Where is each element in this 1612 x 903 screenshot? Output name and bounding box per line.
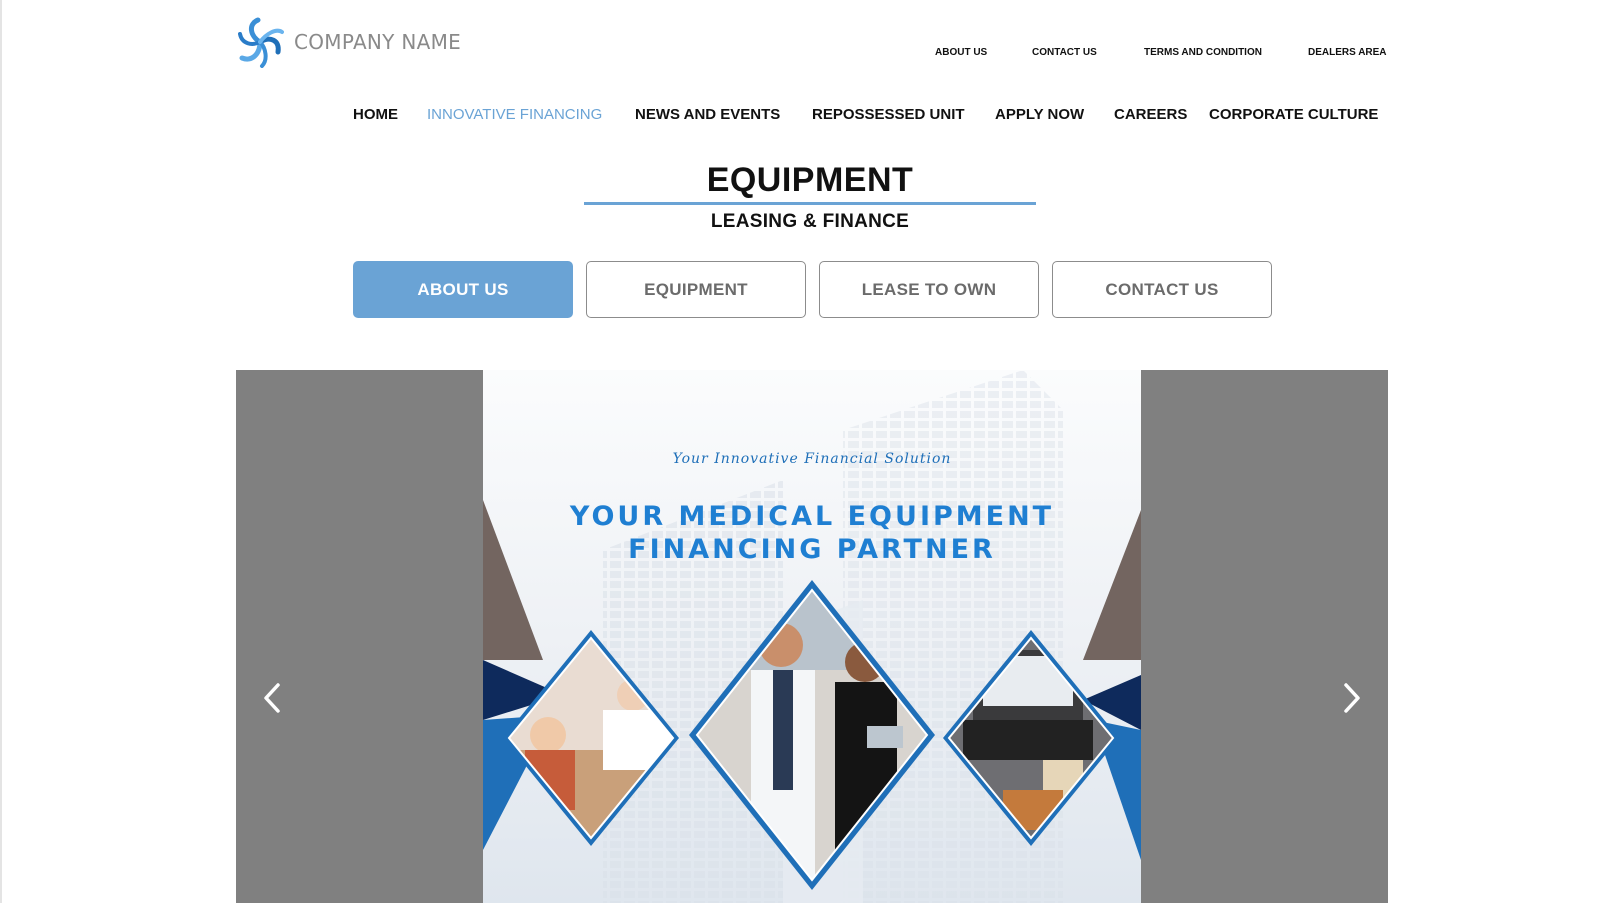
tab-contact-us[interactable]: CONTACT US xyxy=(1052,261,1272,318)
nav-careers[interactable]: CAREERS xyxy=(1114,106,1187,123)
nav-innovative-financing[interactable]: INNOVATIVE FINANCING xyxy=(427,106,602,123)
page-title-main: EQUIPMENT xyxy=(706,161,914,199)
top-link-terms[interactable]: TERMS AND CONDITION xyxy=(1144,47,1262,58)
slide-tagline: Your Innovative Financial Solution xyxy=(672,451,952,467)
slide-headline: YOUR MEDICAL EQUIPMENT FINANCING PARTNER xyxy=(483,500,1141,566)
tab-lease-to-own[interactable]: LEASE TO OWN xyxy=(819,261,1039,318)
main-nav: HOME INNOVATIVE FINANCING NEWS AND EVENT… xyxy=(0,106,1612,126)
top-link-contact-us[interactable]: CONTACT US xyxy=(1032,47,1097,58)
carousel-prev-button[interactable] xyxy=(252,678,292,718)
page-title-sub: LEASING & FINANCE xyxy=(710,211,910,232)
slide-headline-line2: FINANCING PARTNER xyxy=(628,534,996,565)
carousel-slide[interactable]: Your Innovative Financial Solution YOUR … xyxy=(483,370,1141,903)
top-link-about-us[interactable]: ABOUT US xyxy=(935,47,987,58)
tab-equipment[interactable]: EQUIPMENT xyxy=(586,261,806,318)
carousel-next-button[interactable] xyxy=(1332,678,1372,718)
nav-home[interactable]: HOME xyxy=(353,106,398,123)
nav-news-and-events[interactable]: NEWS AND EVENTS xyxy=(635,106,780,123)
slide-headline-line1: YOUR MEDICAL EQUIPMENT xyxy=(569,501,1055,532)
title-divider xyxy=(584,202,1036,205)
hero-carousel: Your Innovative Financial Solution YOUR … xyxy=(236,370,1388,903)
nav-repossessed-unit[interactable]: REPOSSESSED UNIT xyxy=(812,106,965,123)
page-title: EQUIPMENT LEASING & FINANCE xyxy=(584,160,1036,233)
chevron-right-icon xyxy=(1344,683,1360,713)
chevron-left-icon xyxy=(264,683,280,713)
tab-about-us[interactable]: ABOUT US xyxy=(353,261,573,318)
slide-artwork xyxy=(483,370,1141,903)
top-link-dealers-area[interactable]: DEALERS AREA xyxy=(1308,47,1387,58)
nav-apply-now[interactable]: APPLY NOW xyxy=(995,106,1084,123)
nav-corporate-culture[interactable]: CORPORATE CULTURE xyxy=(1209,106,1378,123)
page-left-border xyxy=(0,0,2,903)
top-utility-links: ABOUT US CONTACT US TERMS AND CONDITION … xyxy=(0,47,1612,61)
